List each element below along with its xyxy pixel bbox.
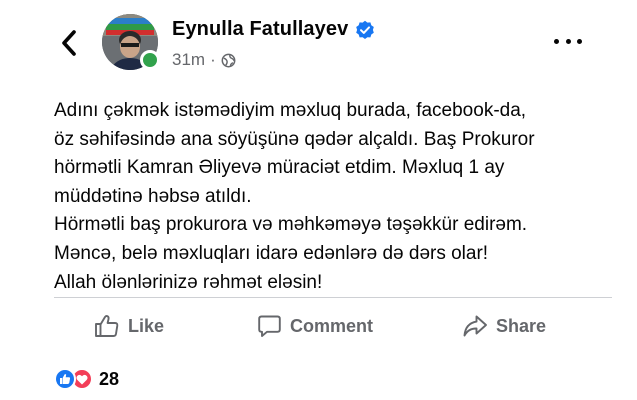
back-button[interactable] <box>54 28 84 58</box>
meta-separator: · <box>210 50 216 69</box>
post-text-line: öz səhifəsində ana söyüşünə qədər alçald… <box>54 128 535 150</box>
like-label: Like <box>128 315 165 336</box>
comment-button[interactable]: Comment <box>257 300 373 352</box>
share-icon <box>463 315 487 337</box>
chevron-left-icon <box>62 30 76 56</box>
more-options-button[interactable] <box>554 34 582 48</box>
comment-icon <box>258 315 281 337</box>
author-avatar[interactable] <box>102 14 160 70</box>
post-text-line: müddətinə həbsə atıldı. <box>54 185 252 207</box>
author-name[interactable]: Eynulla Fatullayev <box>172 18 348 41</box>
actions-divider <box>54 297 612 298</box>
post-time[interactable]: 31m <box>172 50 205 70</box>
like-reaction-icon <box>54 368 76 390</box>
author-row: Eynulla Fatullayev <box>172 18 375 41</box>
post-text-line: Məncə, belə məxluqları idarə edənlərə də… <box>54 242 489 264</box>
post-text: Adını çəkmək istəmədiyim məxluq burada, … <box>54 97 624 297</box>
comment-label: Comment <box>290 315 374 336</box>
post-text-line: Hörmətli baş prokurora və məhkəməyə təşə… <box>54 214 528 236</box>
thumbs-up-icon <box>95 315 119 337</box>
post-text-line: Allah ölənlərinizə rəhmət eləsin! <box>54 271 323 293</box>
online-status-indicator <box>140 50 160 70</box>
post-meta: 31m · <box>172 50 236 70</box>
reaction-count: 28 <box>99 368 120 389</box>
post-text-line: Adını çəkmək istəmədiyim məxluq burada, … <box>54 100 527 121</box>
more-horizontal-icon <box>554 38 559 44</box>
post-text-line: hörmətli Kamran Əliyevə müraciət etdim. … <box>54 157 505 179</box>
share-button[interactable]: Share <box>462 300 546 352</box>
globe-icon <box>221 53 236 67</box>
like-button[interactable]: Like <box>94 300 164 352</box>
verified-badge-icon <box>356 20 375 39</box>
reactions-summary[interactable]: 28 <box>54 368 119 390</box>
post-header: Eynulla Fatullayev 31m · <box>0 0 637 92</box>
share-label: Share <box>496 315 547 336</box>
post-actions: Like Comment Share <box>54 300 612 352</box>
